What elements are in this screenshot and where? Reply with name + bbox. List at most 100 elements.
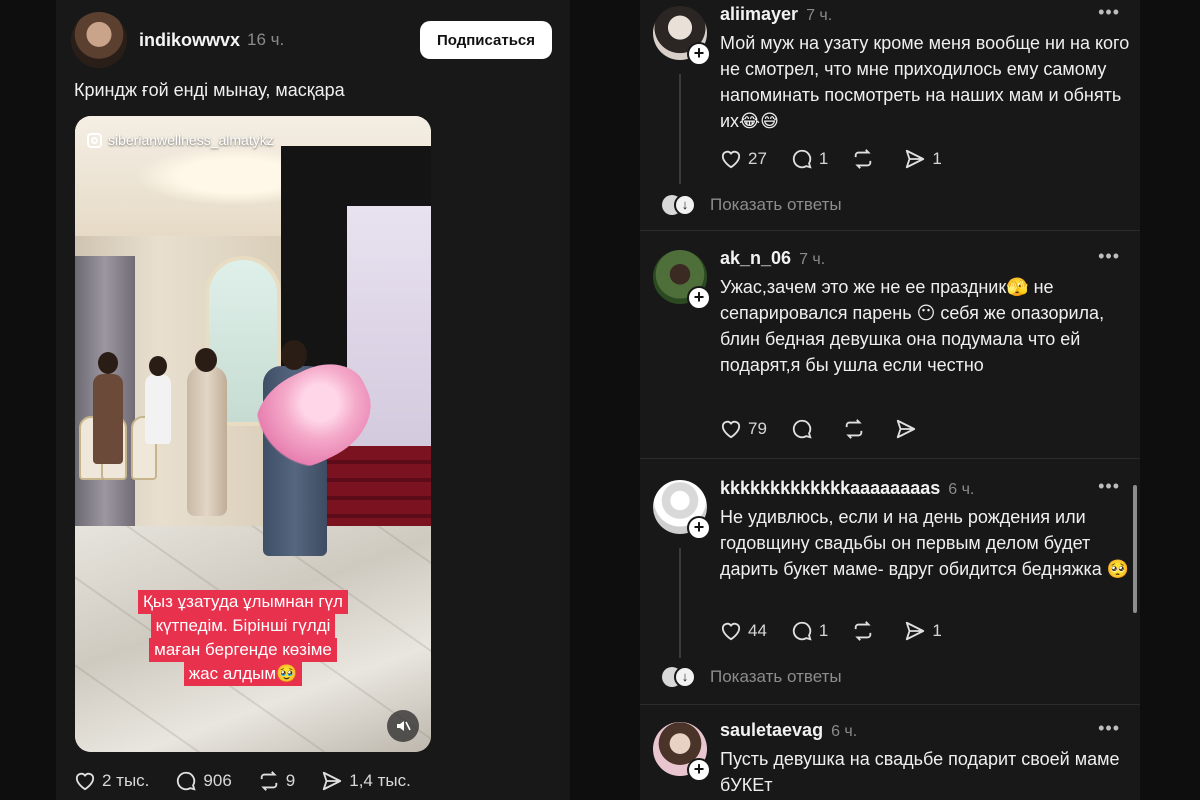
commenter-username[interactable]: kkkkkkkkkkkkkaaaaaaaas [720,478,940,499]
video-guest-head [149,356,167,376]
comment-reply-button[interactable] [791,418,819,440]
comment-share-count: 1 [932,621,942,640]
video-guest [145,374,171,444]
comment-share-button[interactable]: 1 [904,620,942,642]
subscribe-button[interactable]: Подписаться [420,21,552,59]
comment-share-button[interactable] [895,418,923,440]
repost-icon [855,621,872,641]
more-options-icon[interactable]: ••• [1098,2,1120,23]
comment-header: kkkkkkkkkkkkkaaaaaaaas 6 ч. [720,478,974,499]
overlay-line: жас алдым🥹 [183,662,303,686]
comment-reply-button[interactable]: 1 [791,620,828,642]
commenter-username[interactable]: ak_n_06 [720,248,791,269]
comments-panel: + aliimayer 7 ч. ••• Мой муж на узату кр… [640,0,1140,800]
arrow-down-icon: ↓ [674,194,696,216]
video-guest [93,374,123,464]
more-options-icon[interactable]: ••• [1098,476,1120,497]
author-username[interactable]: indikowwvx [139,30,240,51]
comment-actions: 44 1 1 [720,620,966,642]
heart-icon [75,772,95,791]
show-replies-button[interactable]: ↓ Показать ответы [662,194,842,216]
post-video[interactable]: siberianwellness_almatykz Қыз ұзатуда ұл… [75,116,431,752]
divider [640,704,1140,705]
more-options-icon[interactable]: ••• [1098,718,1120,739]
comment-text: Не удивлюсь, если и на день рождения или… [720,507,1130,579]
video-groom-head [281,340,307,370]
repost-count: 9 [285,771,296,790]
comment-count: 906 [203,771,232,790]
comment-time: 7 ч. [806,7,833,24]
repost-icon [855,149,872,169]
comment-text: Ужас,зачем это же не ее праздник🫣 не сеп… [720,277,1105,375]
comment-reply-count: 1 [818,621,829,640]
comment-repost-button[interactable] [852,620,880,642]
comment-actions: 27 1 1 [720,148,966,170]
like-button[interactable]: 2 тыс. [74,771,149,791]
video-woman-head [195,348,217,372]
comment-header: ak_n_06 7 ч. [720,248,825,269]
repost-icon [260,771,278,791]
more-options-icon[interactable]: ••• [1098,246,1120,267]
post-panel: indikowwvx 16 ч. Подписаться Криндж ғой … [56,0,570,800]
post-actions: 2 тыс. 906 9 1,4 тыс. [74,770,437,792]
comment-header: sauletaevag 6 ч. [720,720,857,741]
reply-avatars: ↓ [662,666,696,688]
comment-repost-button[interactable] [852,148,880,170]
heart-icon [721,420,741,439]
instagram-icon [87,132,102,148]
comment-like-button[interactable]: 79 [720,419,767,439]
send-icon [323,771,342,791]
author-avatar[interactable] [71,12,127,68]
comment-item: + kkkkkkkkkkkkkaaaaaaaas 6 ч. ••• Не уди… [640,474,1140,704]
repost-icon [845,419,863,439]
comment-like-count: 44 [748,621,767,640]
comment-like-button[interactable]: 27 [720,149,767,169]
comment-reply-count: 1 [818,149,829,168]
speaker-muted-icon[interactable] [387,710,419,742]
follow-plus-icon[interactable]: + [687,42,711,66]
follow-plus-icon[interactable]: + [687,516,711,540]
comment-share-button[interactable]: 1 [904,148,942,170]
comment-time: 7 ч. [799,251,826,268]
comment-like-count: 27 [748,149,767,168]
reply-avatars: ↓ [662,194,696,216]
video-caption-overlay: Қыз ұзатуда ұлымнан гүл күтпедім. Бірінш… [123,590,363,686]
overlay-line: маған бергенде көзіме [149,638,337,662]
share-button[interactable]: 1,4 тыс. [321,770,411,792]
comment-like-button[interactable]: 44 [720,621,767,641]
post-time: 16 ч. [247,30,285,49]
post-caption: Криндж ғой енді мынау, масқара [74,80,345,100]
show-replies-button[interactable]: ↓ Показать ответы [662,666,842,688]
arrow-down-icon: ↓ [674,666,696,688]
video-guest-head [98,352,118,374]
comment-reply-button[interactable]: 1 [791,148,828,170]
comment-repost-button[interactable] [843,418,871,440]
post-header: indikowwvx 16 ч. Подписаться [71,12,552,68]
comment-like-count: 79 [748,419,767,438]
show-replies-label: Показать ответы [710,195,842,214]
commenter-username[interactable]: sauletaevag [720,720,823,741]
comment-actions: 79 [720,418,947,440]
video-watermark: siberianwellness_almatykz [87,132,274,148]
overlay-line: күтпедім. Бірінші гүлді [150,614,336,638]
comment-item: + aliimayer 7 ч. ••• Мой муж на узату кр… [640,0,1140,230]
heart-icon [721,622,741,641]
comment-icon [177,771,197,791]
repost-button[interactable]: 9 [258,770,295,792]
thread-line [679,74,681,184]
comment-icon [792,149,812,169]
comment-button[interactable]: 906 [175,770,232,792]
comment-header: aliimayer 7 ч. [720,4,832,25]
commenter-username[interactable]: aliimayer [720,4,798,25]
follow-plus-icon[interactable]: + [687,286,711,310]
comment-icon [792,419,812,439]
comment-icon [792,621,812,641]
send-icon [906,149,925,169]
heart-icon [721,150,741,169]
overlay-line: Қыз ұзатуда ұлымнан гүл [138,590,348,614]
comment-item: + sauletaevag 6 ч. ••• Пусть девушка на … [640,716,1140,800]
share-count: 1,4 тыс. [349,771,411,790]
follow-plus-icon[interactable]: + [687,758,711,782]
send-icon [906,621,925,641]
scrollbar[interactable] [1133,485,1137,613]
